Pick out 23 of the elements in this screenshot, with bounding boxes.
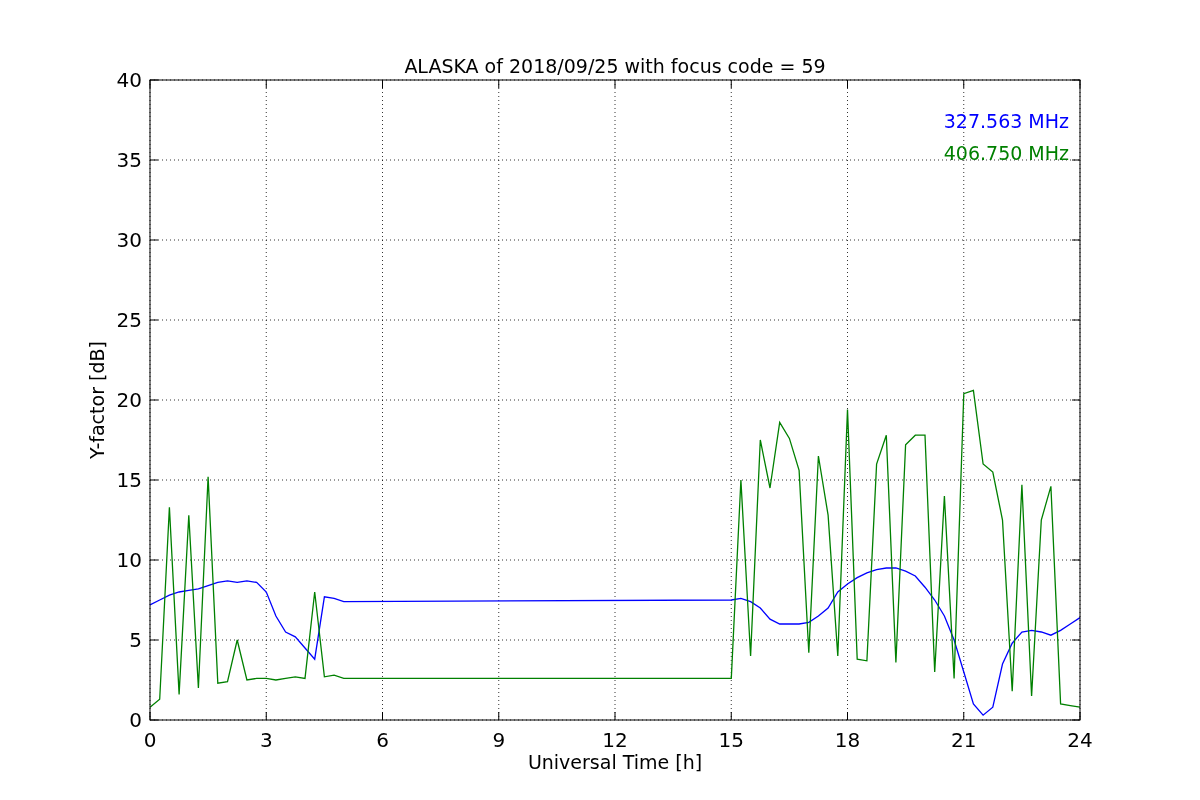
x-tick-label: 15 [718, 728, 744, 752]
x-tick-label: 6 [376, 728, 389, 752]
x-tick-label: 12 [602, 728, 628, 752]
x-tick-label: 3 [259, 728, 273, 752]
y-tick-label: 20 [116, 388, 142, 412]
x-tick-label: 18 [834, 728, 861, 752]
y-tick-label: 40 [116, 68, 142, 92]
chart-title: ALASKA of 2018/09/25 with focus code = 59 [404, 55, 826, 77]
x-tick-label: 24 [1067, 728, 1093, 752]
x-tick-label: 21 [951, 728, 977, 752]
y-tick-label: 15 [116, 468, 142, 492]
x-tick-label: 0 [143, 728, 157, 752]
y-tick-label: 30 [116, 228, 142, 252]
y-tick-label: 25 [116, 308, 142, 332]
legend-label: 406.750 MHz [943, 142, 1069, 164]
y-tick-label: 0 [129, 708, 142, 732]
y-axis-label: Y-factor [dB] [86, 341, 108, 459]
y-tick-label: 5 [129, 628, 142, 652]
y-tick-label: 10 [116, 548, 142, 572]
legend-label: 327.563 MHz [943, 110, 1069, 132]
x-tick-label: 9 [492, 728, 506, 752]
x-axis-label: Universal Time [h] [527, 751, 703, 773]
y-tick-label: 35 [116, 148, 142, 172]
